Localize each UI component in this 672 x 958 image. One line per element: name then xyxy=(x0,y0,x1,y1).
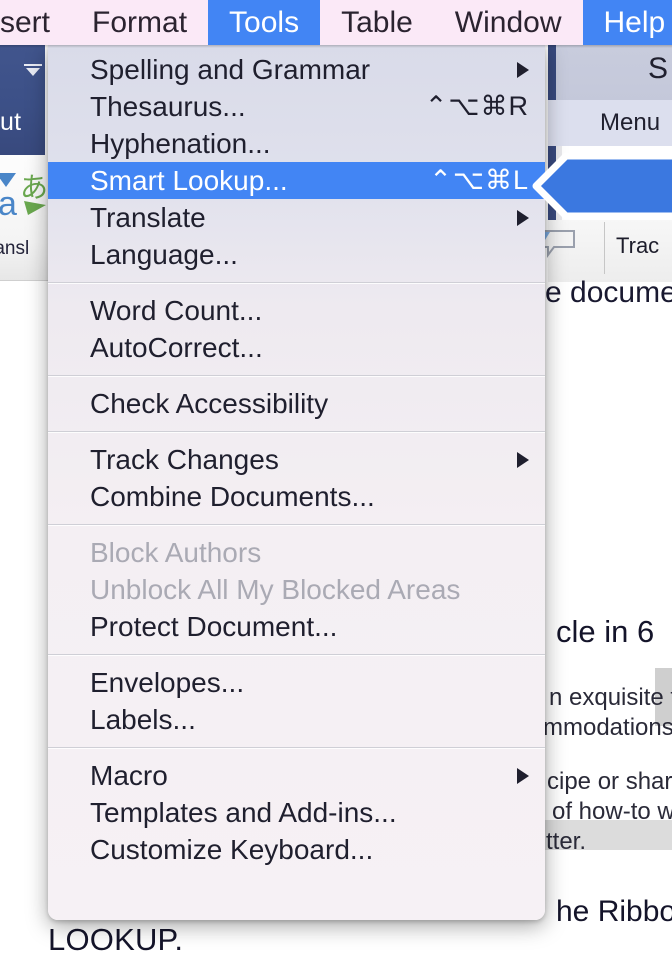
menu-item-block-authors: Block Authors xyxy=(48,534,545,571)
document-text-line: he Ribbon xyxy=(556,895,672,928)
menu-separator xyxy=(48,282,545,283)
menubar-item-tools[interactable]: Tools xyxy=(208,0,321,45)
tools-menu-list: Spelling and Grammar Thesaurus... ⌃⌥⌘R Hyph… xyxy=(48,45,545,868)
menu-item-label: Combine Documents... xyxy=(90,480,375,512)
menu-item-spelling-and-grammar[interactable]: Spelling and Grammar xyxy=(48,51,545,88)
menu-item-label: AutoCorrect... xyxy=(90,331,263,363)
menu-item-label: Language... xyxy=(90,238,238,270)
menubar-item-help[interactable]: Help xyxy=(582,0,672,45)
menubar-item-insert[interactable]: sert xyxy=(0,0,71,45)
menu-item-shortcut: ⌃⌥⌘L xyxy=(429,165,529,195)
right-panel-subheader-label: Menu xyxy=(600,109,661,136)
svg-text:a: a xyxy=(0,185,17,223)
menu-item-shortcut: ⌃⌥⌘R xyxy=(424,91,529,121)
menu-item-language[interactable]: Language... xyxy=(48,236,545,273)
submenu-arrow-icon xyxy=(517,209,529,226)
menu-item-label: Hyphenation... xyxy=(90,127,271,159)
menu-bar-shadow xyxy=(0,45,672,48)
menu-bar[interactable]: sert Format Tools Table Window Help xyxy=(0,0,672,45)
menu-item-track-changes[interactable]: Track Changes xyxy=(48,441,545,478)
callout-arrow-icon xyxy=(530,152,672,220)
bottom-document-text: LOOKUP. xyxy=(48,922,184,957)
right-toolbar-label: Trac xyxy=(616,233,660,258)
menu-item-labels[interactable]: Labels... xyxy=(48,701,545,738)
toolbar-divider xyxy=(604,222,605,274)
menu-separator xyxy=(48,524,545,525)
menubar-item-format[interactable]: Format xyxy=(71,0,208,45)
menu-item-unblock-all-my-blocked-areas: Unblock All My Blocked Areas xyxy=(48,571,545,608)
tools-dropdown-menu[interactable]: Spelling and Grammar Thesaurus... ⌃⌥⌘R Hyph… xyxy=(48,45,545,920)
menu-item-label: Translate xyxy=(90,201,206,233)
menu-item-autocorrect[interactable]: AutoCorrect... xyxy=(48,329,545,366)
menu-item-label: Spelling and Grammar xyxy=(90,53,371,85)
menubar-item-window[interactable]: Window xyxy=(434,0,583,45)
menu-item-smart-lookup[interactable]: Smart Lookup... ⌃⌥⌘L xyxy=(48,162,545,199)
document-heading: cle in 6 xyxy=(556,614,655,649)
menu-item-envelopes[interactable]: Envelopes... xyxy=(48,664,545,701)
document-text-line: n exquisite t xyxy=(549,684,672,711)
menu-item-customize-keyboard[interactable]: Customize Keyboard... xyxy=(48,831,545,868)
menubar-item-table[interactable]: Table xyxy=(320,0,434,45)
document-text-line: tter. xyxy=(546,828,587,855)
comment-icon[interactable] xyxy=(540,228,576,258)
menu-item-hyphenation[interactable]: Hyphenation... xyxy=(48,125,545,162)
menu-item-label: Templates and Add-ins... xyxy=(90,796,397,828)
document-text-line: cipe or share xyxy=(547,768,672,795)
menu-item-label: Envelopes... xyxy=(90,666,245,698)
right-panel-title: S xyxy=(648,52,669,85)
menu-separator xyxy=(48,747,545,748)
submenu-arrow-icon xyxy=(517,451,529,468)
menu-item-label: Unblock All My Blocked Areas xyxy=(90,573,461,605)
menu-item-thesaurus[interactable]: Thesaurus... ⌃⌥⌘R xyxy=(48,88,545,125)
document-text-line: e docume xyxy=(545,276,672,309)
menu-item-label: Customize Keyboard... xyxy=(90,833,374,865)
menu-item-check-accessibility[interactable]: Check Accessibility xyxy=(48,385,545,422)
svg-text:あ: あ xyxy=(20,171,48,204)
menu-item-templates-and-add-ins[interactable]: Templates and Add-ins... xyxy=(48,794,545,831)
menu-item-label: Thesaurus... xyxy=(90,90,246,122)
menu-item-combine-documents[interactable]: Combine Documents... xyxy=(48,478,545,515)
menu-item-label: Block Authors xyxy=(90,536,262,568)
menu-item-word-count[interactable]: Word Count... xyxy=(48,292,545,329)
menu-separator xyxy=(48,431,545,432)
menu-item-label: Track Changes xyxy=(90,443,279,475)
menu-item-label: Protect Document... xyxy=(90,610,338,642)
menu-item-macro[interactable]: Macro xyxy=(48,757,545,794)
menu-separator xyxy=(48,654,545,655)
ribbon-tab-label: ut xyxy=(0,108,22,136)
menu-item-label: Check Accessibility xyxy=(90,387,329,419)
submenu-arrow-icon xyxy=(517,767,529,784)
document-text-line: of how-to w xyxy=(552,798,672,825)
screenshot-root: ut a あ ransl S Menu Trac xyxy=(0,0,672,958)
menu-item-translate[interactable]: Translate xyxy=(48,199,545,236)
menu-item-label: Macro xyxy=(90,759,168,791)
submenu-arrow-icon xyxy=(517,61,529,78)
document-text-line: mmodations xyxy=(543,714,672,741)
menu-item-label: Smart Lookup... xyxy=(90,164,288,196)
menu-item-protect-document[interactable]: Protect Document... xyxy=(48,608,545,645)
menu-item-label: Word Count... xyxy=(90,294,263,326)
chevron-down-icon[interactable] xyxy=(22,62,44,78)
menu-item-label: Labels... xyxy=(90,703,196,735)
menu-separator xyxy=(48,375,545,376)
translate-caption: ransl xyxy=(0,238,30,259)
